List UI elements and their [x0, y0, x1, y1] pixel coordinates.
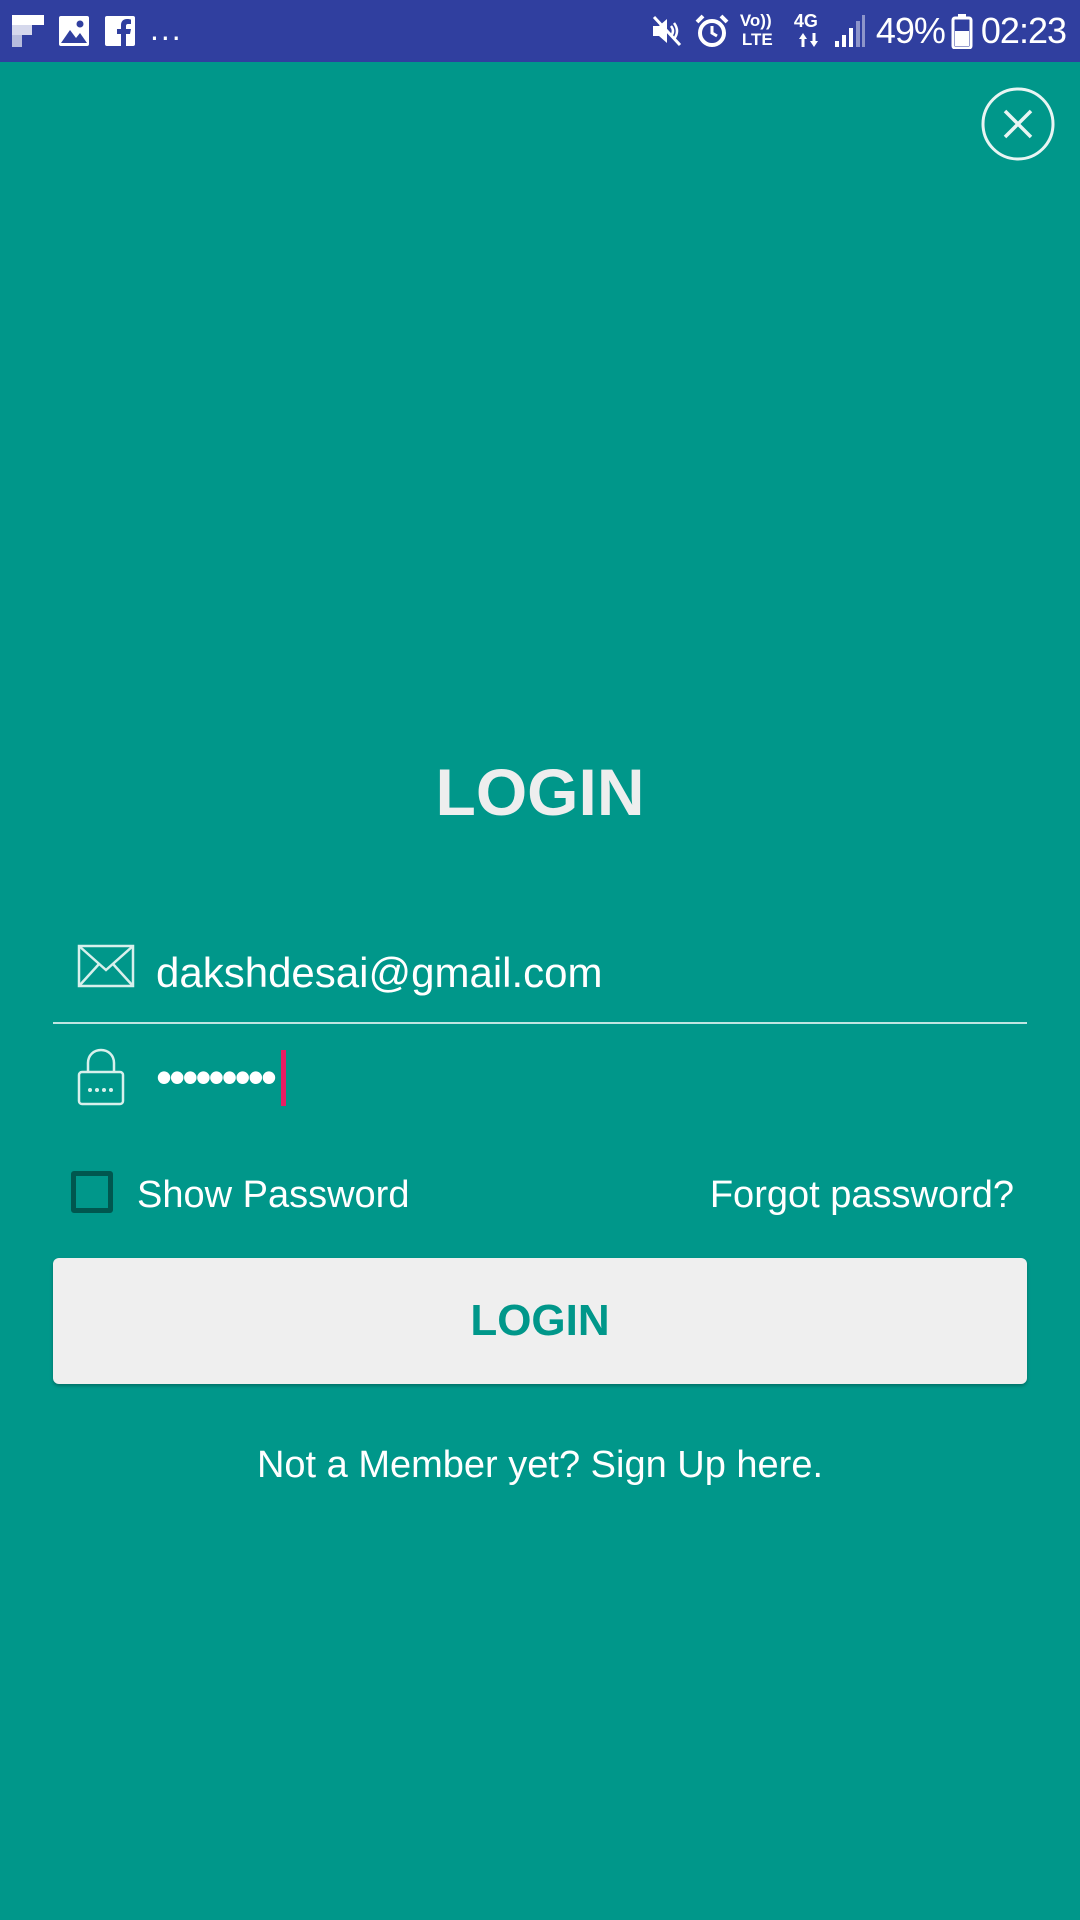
password-field[interactable]: •••••••••: [53, 1036, 1027, 1128]
page-title: LOGIN: [435, 755, 645, 829]
volte-top-label: Vo)): [739, 11, 772, 30]
password-value: •••••••••: [156, 1051, 277, 1103]
email-icon: [77, 944, 135, 988]
status-system: Vo)) LTE 4G 49% 02:23: [638, 10, 1067, 52]
show-password-label[interactable]: Show Password: [137, 1172, 409, 1218]
text-cursor: [281, 1050, 286, 1106]
volte-icon: Vo)) LTE: [740, 12, 780, 50]
data-type-label: 4G: [793, 11, 818, 31]
email-field[interactable]: dakshdesai@gmail.com: [53, 930, 1027, 1024]
login-button-label: LOGIN: [470, 1296, 610, 1345]
forgot-password-link[interactable]: Forgot password?: [710, 1172, 1014, 1218]
battery-icon: [951, 14, 973, 49]
signup-link[interactable]: Not a Member yet? Sign Up here.: [0, 1440, 1080, 1490]
login-screen: ... Vo)) LTE 4G 49% 02:23 LOGIN dakshdes…: [0, 0, 1080, 1920]
login-button[interactable]: LOGIN: [53, 1258, 1027, 1384]
volte-bottom-label: LTE: [741, 30, 773, 49]
flipboard-icon: [12, 15, 44, 47]
close-icon: [981, 87, 1055, 161]
image-icon: [59, 16, 89, 46]
battery-percentage: 49%: [875, 10, 946, 51]
status-bar: ... Vo)) LTE 4G 49% 02:23: [0, 0, 1080, 62]
notification-overflow: ...: [150, 11, 183, 47]
show-password-checkbox[interactable]: [71, 1171, 113, 1213]
close-button[interactable]: [981, 87, 1055, 161]
facebook-icon: [105, 16, 135, 46]
status-notifications: ...: [12, 11, 183, 48]
mute-icon: [652, 15, 681, 47]
lock-icon: [77, 1048, 125, 1106]
4g-icon: 4G: [794, 12, 824, 50]
signal-icon: [834, 15, 865, 47]
alarm-icon: [695, 14, 729, 47]
email-value: dakshdesai@gmail.com: [156, 949, 603, 996]
data-arrows-icon: [798, 33, 818, 47]
clock: 02:23: [980, 10, 1067, 51]
